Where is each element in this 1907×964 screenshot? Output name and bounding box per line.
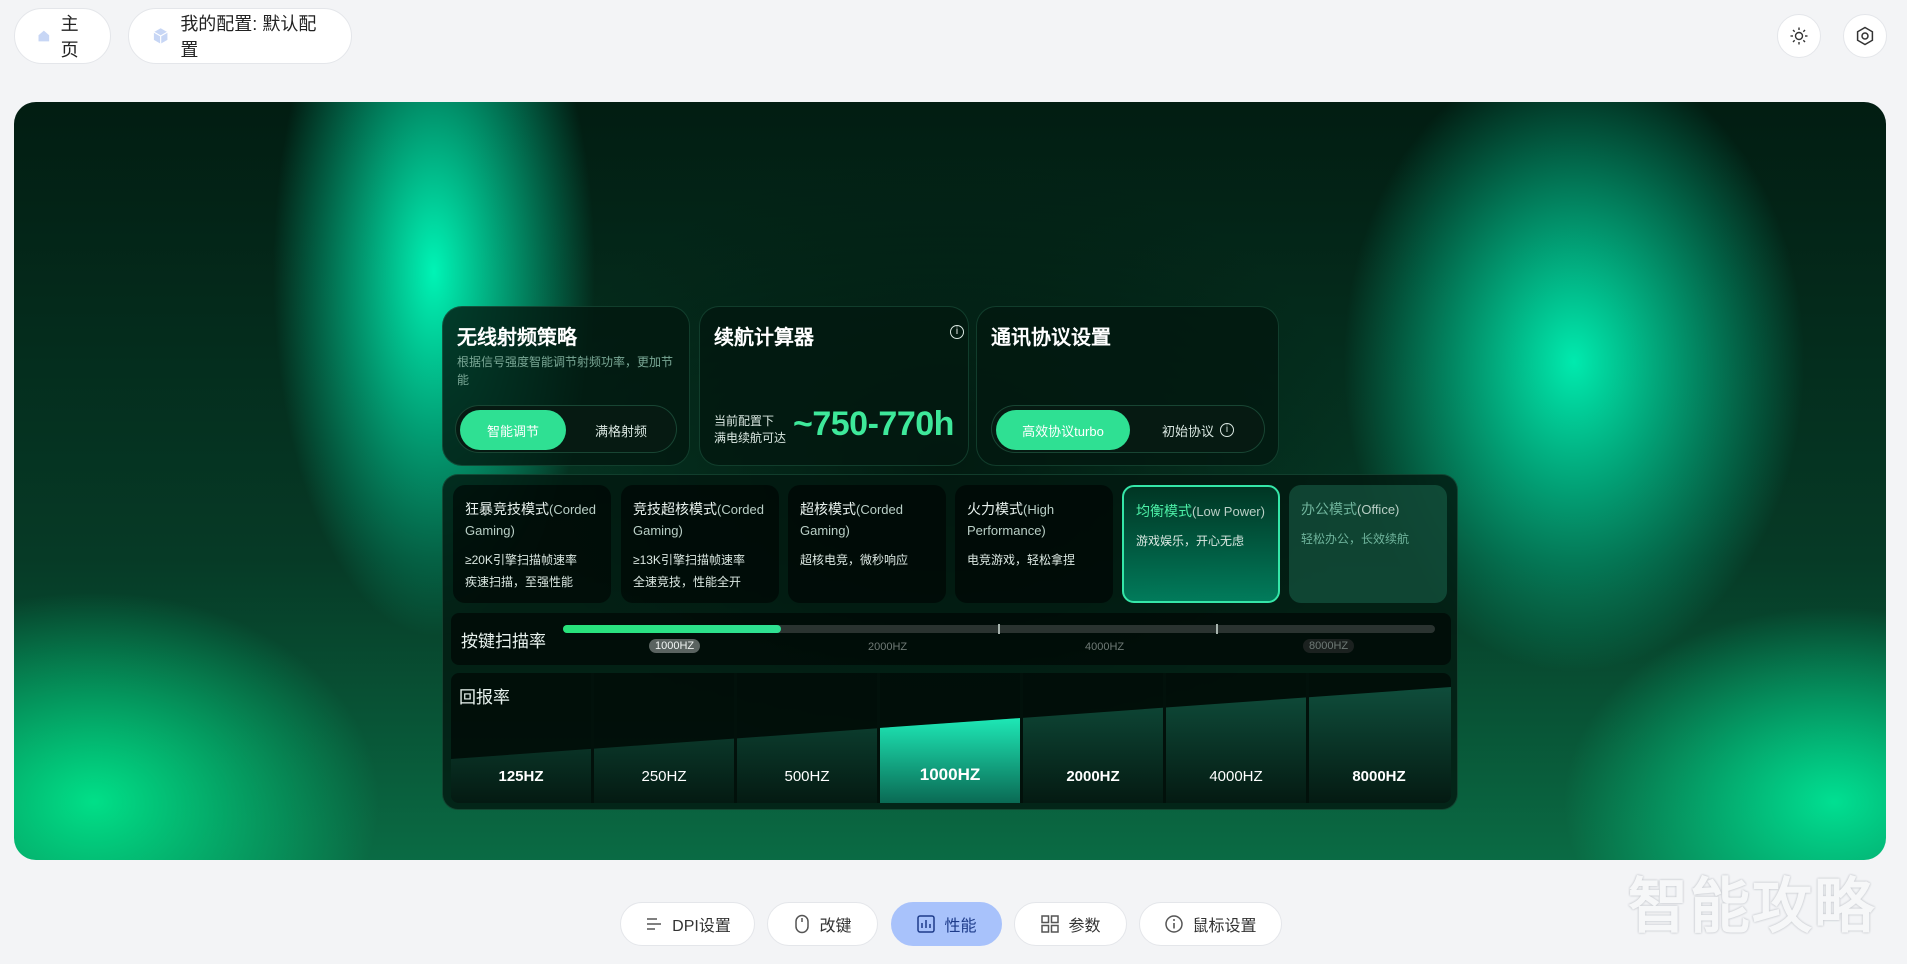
battery-caption: 当前配置下 满电续航可达 bbox=[714, 413, 786, 447]
protocol-card: 通讯协议设置 高效协议turbo 初始协议 i bbox=[976, 306, 1279, 466]
mode-title: 火力模式(High Performance) bbox=[967, 501, 1055, 538]
nav-label: 鼠标设置 bbox=[1192, 918, 1257, 935]
mode-title: 狂暴竞技模式(Corded Gaming) bbox=[465, 501, 596, 538]
nav-label: 参数 bbox=[1068, 918, 1101, 935]
nav-label: 改键 bbox=[819, 918, 852, 935]
mode-desc: 超核电竞，微秒响应 bbox=[800, 553, 909, 567]
nav-params[interactable]: 参数 bbox=[1014, 902, 1127, 946]
mode-title: 竞技超核模式(Corded Gaming) bbox=[633, 501, 764, 538]
protocol-toggle: 高效协议turbo 初始协议 i bbox=[991, 405, 1265, 453]
dpi-icon bbox=[647, 918, 662, 930]
report-rate-row: 回报率 125HZ 250HZ 500HZ 1000HZ 2000HZ 4000… bbox=[451, 673, 1451, 803]
scan-rate-label: 按键扫描率 bbox=[461, 632, 546, 651]
nav-label: 性能 bbox=[944, 918, 977, 935]
performance-panel: 无线射频策略 根据信号强度智能调节射频功率，更加节能 智能调节 满格射频 续航计… bbox=[14, 102, 1886, 860]
mode-desc: 轻松办公，长效续航 bbox=[1301, 532, 1410, 546]
rf-card-desc: 根据信号强度智能调节射频功率，更加节能 bbox=[457, 355, 674, 387]
report-rate-option[interactable]: 500HZ bbox=[737, 768, 877, 795]
mouse-icon bbox=[795, 914, 810, 934]
nav-label: DPI设置 bbox=[672, 918, 731, 935]
nav-remap[interactable]: 改键 bbox=[767, 902, 878, 946]
mode-desc: ≥13K引擎扫描帧速率 全速竞技，性能全开 bbox=[633, 553, 745, 589]
sun-icon bbox=[1790, 27, 1808, 45]
mode-title: 办公模式(Office) bbox=[1301, 501, 1400, 517]
config-button[interactable]: 我的配置: 默认配置 bbox=[128, 8, 352, 64]
settings-button[interactable] bbox=[1843, 14, 1887, 58]
top-bar: 主页 我的配置: 默认配置 bbox=[0, 0, 1907, 70]
report-rate-option[interactable]: 125HZ bbox=[451, 768, 591, 795]
home-label: 主页 bbox=[60, 14, 79, 60]
battery-value: ~750-770h bbox=[793, 405, 954, 443]
nav-dpi[interactable]: DPI设置 bbox=[620, 902, 755, 946]
modes-panel: 狂暴竞技模式(Corded Gaming) ≥20K引擎扫描帧速率 疾速扫描，至… bbox=[442, 474, 1458, 810]
protocol-option-turbo[interactable]: 高效协议turbo bbox=[996, 410, 1130, 450]
config-label: 我的配置: 默认配置 bbox=[180, 14, 317, 60]
mode-card-competitive[interactable]: 竞技超核模式(Corded Gaming) ≥13K引擎扫描帧速率 全速竞技，性… bbox=[621, 485, 779, 603]
mode-card-frenzy[interactable]: 狂暴竞技模式(Corded Gaming) ≥20K引擎扫描帧速率 疾速扫描，至… bbox=[453, 485, 611, 603]
gear-icon bbox=[1856, 26, 1874, 46]
protocol-card-title: 通讯协议设置 bbox=[991, 327, 1111, 349]
battery-line2: 满电续航可达 bbox=[714, 431, 787, 445]
mode-title: 均衡模式(Low Power) bbox=[1136, 503, 1265, 519]
performance-icon bbox=[917, 915, 936, 933]
mode-card-firepower[interactable]: 火力模式(High Performance) 电竞游戏，轻松拿捏 bbox=[955, 485, 1113, 603]
rf-mode-toggle: 智能调节 满格射频 bbox=[455, 405, 677, 453]
scan-rate-option[interactable]: 1000HZ bbox=[649, 639, 701, 653]
watermark: 智能攻略 bbox=[1628, 873, 1876, 940]
scan-rate-option[interactable]: 8000HZ bbox=[1303, 639, 1355, 653]
home-button[interactable]: 主页 bbox=[14, 8, 111, 64]
grid-icon bbox=[1041, 915, 1060, 933]
nav-mouse-settings[interactable]: 鼠标设置 bbox=[1139, 902, 1282, 946]
info-icon: i bbox=[1220, 423, 1234, 437]
info-icon[interactable]: i bbox=[950, 325, 964, 339]
scan-rate-option[interactable]: 4000HZ bbox=[1085, 641, 1124, 653]
scan-rate-fill bbox=[563, 625, 781, 633]
mode-card-balanced[interactable]: 均衡模式(Low Power) 游戏娱乐，开心无虑 bbox=[1122, 485, 1280, 603]
info-icon bbox=[1165, 915, 1184, 933]
protocol-option-initial[interactable]: 初始协议 i bbox=[1134, 410, 1262, 450]
mode-title: 超核模式(Corded Gaming) bbox=[800, 501, 903, 538]
report-rate-option[interactable]: 8000HZ bbox=[1309, 768, 1449, 795]
report-rate-option-selected[interactable]: 1000HZ bbox=[880, 765, 1020, 795]
nav-performance[interactable]: 性能 bbox=[891, 902, 1002, 946]
home-icon bbox=[38, 30, 50, 42]
mode-desc: ≥20K引擎扫描帧速率 疾速扫描，至强性能 bbox=[465, 553, 577, 589]
rf-option-smart[interactable]: 智能调节 bbox=[460, 410, 566, 450]
report-rate-option[interactable]: 2000HZ bbox=[1023, 768, 1163, 795]
cube-icon bbox=[153, 28, 168, 44]
battery-calculator-card: 续航计算器 i 当前配置下 满电续航可达 ~750-770h bbox=[699, 306, 969, 466]
rf-strategy-card: 无线射频策略 根据信号强度智能调节射频功率，更加节能 智能调节 满格射频 bbox=[442, 306, 690, 466]
scan-rate-track[interactable] bbox=[563, 624, 1435, 634]
mode-desc: 电竞游戏，轻松拿捏 bbox=[967, 553, 1076, 567]
battery-line1: 当前配置下 bbox=[714, 414, 775, 428]
brightness-button[interactable] bbox=[1777, 14, 1821, 58]
mode-card-office[interactable]: 办公模式(Office) 轻松办公，长效续航 bbox=[1289, 485, 1447, 603]
report-rate-label: 回报率 bbox=[459, 688, 510, 707]
battery-card-title: 续航计算器 bbox=[714, 327, 814, 349]
scan-rate-row: 按键扫描率 1000HZ 2000HZ 4000HZ 8000HZ bbox=[451, 613, 1451, 665]
protocol-option-initial-label: 初始协议 bbox=[1161, 423, 1214, 439]
scan-rate-tick bbox=[1216, 624, 1218, 634]
report-rate-option[interactable]: 250HZ bbox=[594, 768, 734, 795]
report-rate-option[interactable]: 4000HZ bbox=[1166, 768, 1306, 795]
mode-desc: 游戏娱乐，开心无虑 bbox=[1136, 534, 1245, 548]
scan-rate-tick bbox=[998, 624, 1000, 634]
mode-card-ultra[interactable]: 超核模式(Corded Gaming) 超核电竞，微秒响应 bbox=[788, 485, 946, 603]
scan-rate-option[interactable]: 2000HZ bbox=[868, 641, 907, 653]
rf-option-full[interactable]: 满格射频 bbox=[568, 410, 674, 450]
rf-card-title: 无线射频策略 bbox=[457, 327, 577, 349]
